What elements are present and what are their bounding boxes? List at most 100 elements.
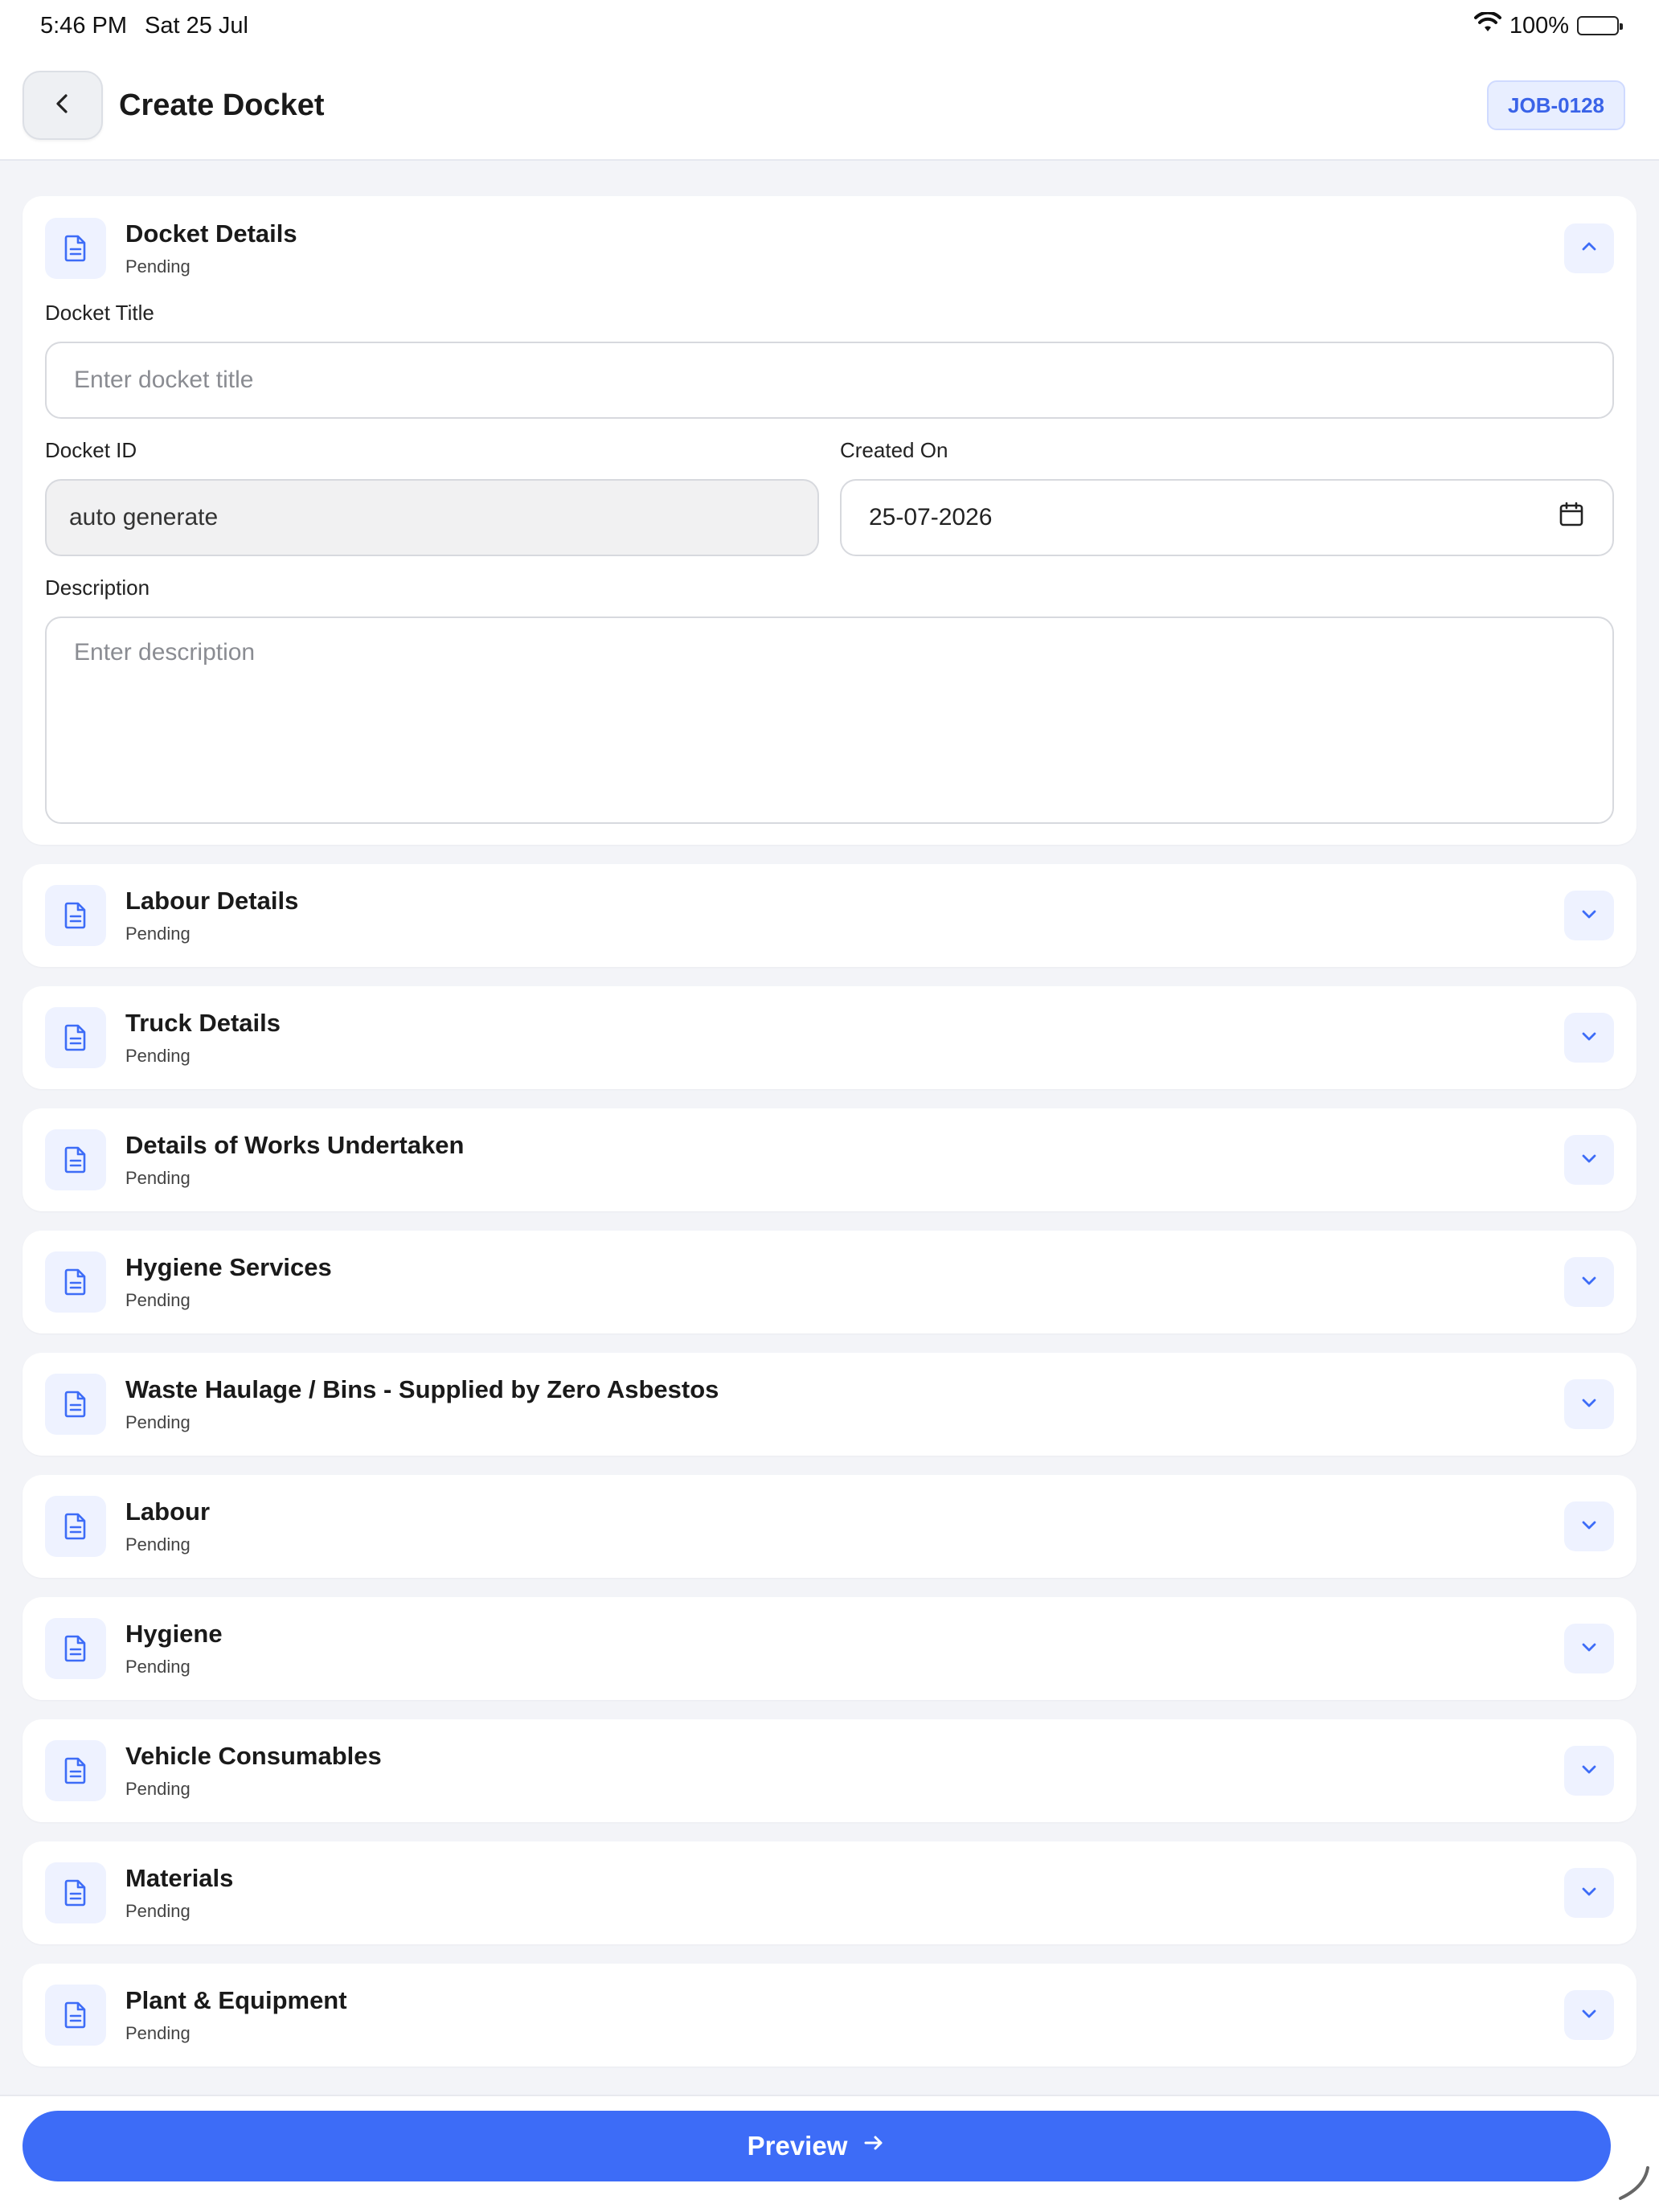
collapse-button[interactable] bbox=[1564, 223, 1614, 273]
section-card: Details of Works Undertaken Pending bbox=[23, 1108, 1636, 1211]
description-textarea[interactable]: Enter description bbox=[45, 616, 1614, 824]
battery-percent: 100% bbox=[1509, 12, 1569, 39]
document-icon bbox=[45, 1251, 106, 1313]
docket-title-placeholder: Enter docket title bbox=[74, 367, 254, 393]
section-header[interactable]: Materials Pending bbox=[23, 1841, 1636, 1944]
section-header[interactable]: Plant & Equipment Pending bbox=[23, 1964, 1636, 2067]
document-icon bbox=[45, 885, 106, 946]
battery-icon bbox=[1577, 16, 1623, 35]
chevron-down-icon bbox=[1579, 1393, 1599, 1416]
section-card: Hygiene Pending bbox=[23, 1597, 1636, 1700]
section-card: Plant & Equipment Pending bbox=[23, 1964, 1636, 2067]
document-icon bbox=[45, 1618, 106, 1679]
expand-button[interactable] bbox=[1564, 1501, 1614, 1551]
section-status: Pending bbox=[125, 1412, 190, 1432]
status-right: 100% bbox=[1473, 10, 1623, 39]
section-title: Truck Details bbox=[125, 1009, 281, 1037]
section-status: Pending bbox=[125, 2023, 190, 2043]
app-header: Create Docket JOB-0128 bbox=[0, 51, 1659, 161]
expand-button[interactable] bbox=[1564, 1135, 1614, 1185]
section-header[interactable]: Labour Pending bbox=[23, 1475, 1636, 1578]
created-on-label: Created On bbox=[840, 438, 948, 462]
page-title: Create Docket bbox=[119, 88, 325, 122]
document-icon bbox=[45, 1496, 106, 1557]
section-title: Hygiene Services bbox=[125, 1253, 332, 1281]
docket-details-header[interactable]: Docket Details Pending bbox=[23, 196, 1636, 301]
footer-bar: Preview bbox=[0, 2095, 1659, 2212]
section-status: Pending bbox=[125, 256, 190, 276]
section-status: Pending bbox=[125, 1534, 190, 1555]
expand-button[interactable] bbox=[1564, 1746, 1614, 1796]
section-title: Labour bbox=[125, 1497, 211, 1526]
section-card: Hygiene Services Pending bbox=[23, 1231, 1636, 1333]
document-icon bbox=[45, 1862, 106, 1923]
arrow-right-icon bbox=[862, 2131, 886, 2161]
expand-button[interactable] bbox=[1564, 1624, 1614, 1673]
docket-form: Docket Details Pending Docket Title Ente… bbox=[23, 196, 1636, 2086]
section-card: Truck Details Pending bbox=[23, 986, 1636, 1089]
back-button[interactable] bbox=[23, 71, 103, 140]
chevron-down-icon bbox=[1579, 1882, 1599, 1905]
section-list: Labour Details Pending Truck Details Pen… bbox=[23, 864, 1636, 2067]
section-status: Pending bbox=[125, 1901, 190, 1921]
docket-details-form: Docket Title Enter docket title Docket I… bbox=[23, 301, 1636, 845]
section-title: Vehicle Consumables bbox=[125, 1742, 382, 1770]
section-title: Materials bbox=[125, 1864, 234, 1892]
section-header[interactable]: Details of Works Undertaken Pending bbox=[23, 1108, 1636, 1211]
description-placeholder: Enter description bbox=[74, 639, 256, 666]
docket-title-label: Docket Title bbox=[45, 301, 154, 325]
section-header[interactable]: Hygiene Pending bbox=[23, 1597, 1636, 1700]
section-title: Waste Haulage / Bins - Supplied by Zero … bbox=[125, 1375, 719, 1403]
section-title: Plant & Equipment bbox=[125, 1986, 347, 2014]
section-status: Pending bbox=[125, 924, 190, 944]
chevron-down-icon bbox=[1579, 1149, 1599, 1172]
chevron-down-icon bbox=[1579, 1026, 1599, 1050]
section-title: Hygiene bbox=[125, 1620, 223, 1648]
preview-label: Preview bbox=[747, 2131, 848, 2161]
description-label: Description bbox=[45, 576, 150, 600]
chevron-down-icon bbox=[1579, 1515, 1599, 1538]
section-card: Waste Haulage / Bins - Supplied by Zero … bbox=[23, 1353, 1636, 1456]
section-header[interactable]: Hygiene Services Pending bbox=[23, 1231, 1636, 1333]
section-status: Pending bbox=[125, 1779, 190, 1799]
expand-button[interactable] bbox=[1564, 1990, 1614, 2040]
document-icon bbox=[45, 218, 106, 279]
chevron-down-icon bbox=[1579, 904, 1599, 928]
section-header[interactable]: Waste Haulage / Bins - Supplied by Zero … bbox=[23, 1353, 1636, 1456]
calendar-icon[interactable] bbox=[1558, 501, 1585, 535]
docket-details-card: Docket Details Pending Docket Title Ente… bbox=[23, 196, 1636, 845]
section-card: Vehicle Consumables Pending bbox=[23, 1719, 1636, 1822]
section-status: Pending bbox=[125, 1046, 190, 1066]
document-icon bbox=[45, 1129, 106, 1190]
chevron-down-icon bbox=[1579, 1759, 1599, 1783]
expand-button[interactable] bbox=[1564, 1257, 1614, 1307]
expand-button[interactable] bbox=[1564, 1379, 1614, 1429]
section-card: Labour Pending bbox=[23, 1475, 1636, 1578]
section-header[interactable]: Truck Details Pending bbox=[23, 986, 1636, 1089]
section-title: Labour Details bbox=[125, 887, 299, 915]
section-header[interactable]: Vehicle Consumables Pending bbox=[23, 1719, 1636, 1822]
chevron-down-icon bbox=[1579, 1637, 1599, 1661]
document-icon bbox=[45, 1374, 106, 1435]
docket-id-field: auto generate bbox=[45, 479, 819, 556]
status-date: Sat 25 Jul bbox=[145, 12, 248, 39]
document-icon bbox=[45, 1740, 106, 1801]
section-status: Pending bbox=[125, 1290, 190, 1310]
section-header[interactable]: Labour Details Pending bbox=[23, 864, 1636, 967]
expand-button[interactable] bbox=[1564, 1013, 1614, 1063]
expand-button[interactable] bbox=[1564, 891, 1614, 940]
job-id-badge: JOB-0128 bbox=[1487, 80, 1625, 130]
docket-id-label: Docket ID bbox=[45, 438, 137, 462]
docket-title-input[interactable]: Enter docket title bbox=[45, 342, 1614, 419]
section-title: Docket Details bbox=[125, 219, 297, 248]
section-card: Materials Pending bbox=[23, 1841, 1636, 1944]
document-icon bbox=[45, 1985, 106, 2046]
section-status: Pending bbox=[125, 1657, 190, 1677]
docket-id-value: auto generate bbox=[69, 504, 219, 530]
chevron-down-icon bbox=[1579, 1271, 1599, 1294]
preview-button[interactable]: Preview bbox=[23, 2111, 1611, 2181]
section-card: Labour Details Pending bbox=[23, 864, 1636, 967]
created-on-date-field[interactable]: 25-07-2026 bbox=[840, 479, 1614, 556]
status-bar: 5:46 PM Sat 25 Jul 100% bbox=[0, 0, 1659, 51]
expand-button[interactable] bbox=[1564, 1868, 1614, 1918]
